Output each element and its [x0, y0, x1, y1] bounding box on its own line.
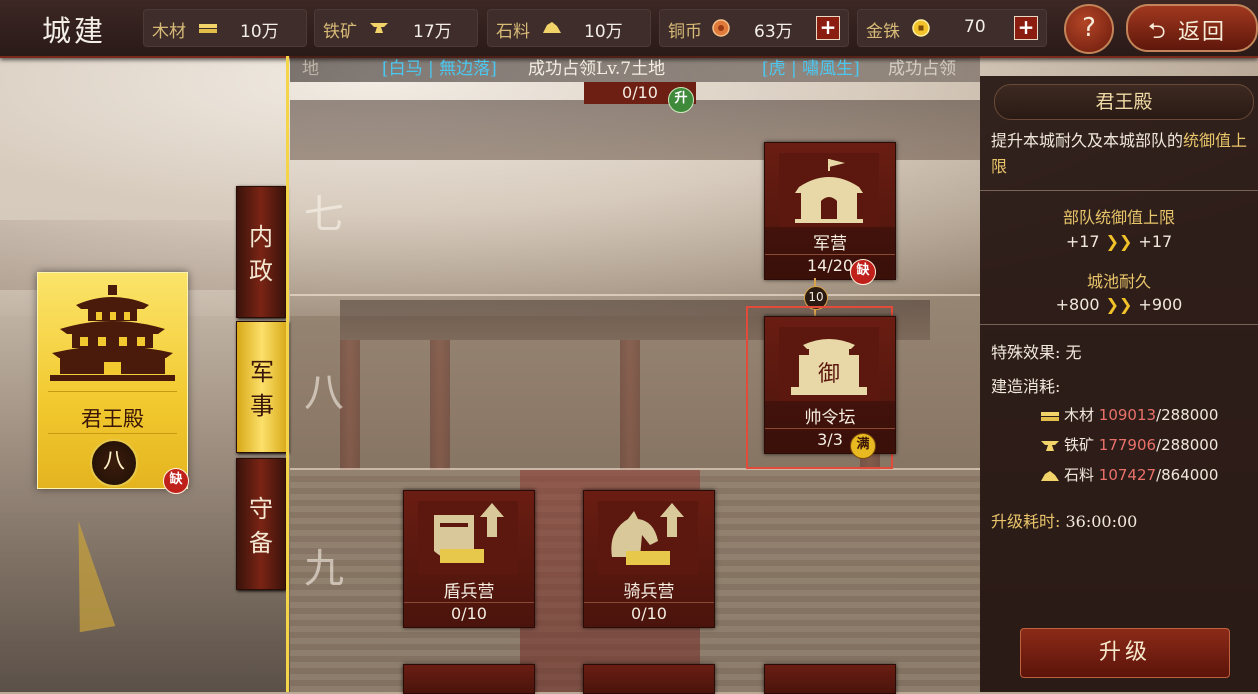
copper-coin-icon — [712, 19, 730, 37]
shield-camp-icon — [418, 501, 518, 575]
wood-icon — [199, 24, 217, 33]
news-ticker: 地 [白马 | 無边落] 成功占领Lv.7土地 [虎 | 嘯風生] 成功占领 — [290, 56, 980, 82]
tab-label: 军 — [250, 358, 274, 386]
resource-gold: 金铢 70 + — [857, 9, 1047, 47]
resource-value: 10万 — [240, 22, 279, 42]
row-divider — [290, 294, 980, 296]
featured-building-card[interactable]: 君王殿 八 — [37, 272, 188, 489]
tab-label: 政 — [249, 257, 273, 285]
upgrade-time: 升级耗时: 36:00:00 — [991, 512, 1138, 531]
stat-title: 城池耐久 — [1086, 272, 1151, 291]
cost-row-wood: 木材 109013/288000 — [1040, 404, 1218, 425]
building-name: 帅令坛 — [804, 408, 856, 428]
resource-stone: 石料 10万 — [487, 9, 651, 47]
resource-value: 63万 — [754, 22, 793, 42]
row-label: 八 — [304, 370, 344, 416]
palace-icon — [50, 285, 175, 381]
building-card-partial[interactable] — [583, 664, 715, 694]
building-progress: 0/10 — [631, 604, 667, 623]
lacking-resources-badge: 缺 — [850, 259, 876, 285]
altar-glyph: 御 — [818, 362, 840, 387]
top-resource-bar: 城建 木材 10万 铁矿 17万 石料 10万 铜币 63万 + 金铢 70 +… — [0, 0, 1258, 58]
resource-label: 金铢 — [866, 22, 900, 42]
building-card-shield-camp[interactable]: 盾兵营 0/10 — [403, 490, 535, 628]
chevron-right-icon: ❯❯ — [1105, 295, 1133, 314]
building-progress: 0/10 — [451, 604, 487, 623]
row-label: 七 — [304, 192, 344, 238]
resource-copper: 铜币 63万 + — [659, 9, 849, 47]
stat-change: +17 ❯❯ +17 — [1065, 232, 1173, 251]
cavalry-camp-icon — [598, 501, 698, 575]
chevron-right-icon: ❯❯ — [1105, 232, 1133, 251]
row-label: 九 — [304, 546, 344, 592]
resource-wood: 木材 10万 — [143, 9, 307, 47]
divider — [48, 391, 177, 392]
ticker-message: 成功占领 — [888, 59, 956, 79]
stat-title: 部队统御值上限 — [1062, 208, 1175, 227]
add-gold-button[interactable]: + — [1014, 16, 1038, 40]
building-name: 军营 — [813, 234, 847, 254]
building-card-cavalry-camp[interactable]: 骑兵营 0/10 — [583, 490, 715, 628]
building-description: 提升本城耐久及本城部队的统御值上限 — [991, 131, 1248, 176]
resource-label: 木材 — [152, 22, 186, 42]
building-info-panel: 君王殿 提升本城耐久及本城部队的统御值上限 部队统御值上限 +17 ❯❯ +17 城… — [980, 76, 1258, 692]
tab-label: 备 — [249, 529, 273, 557]
page-title: 城建 — [42, 14, 107, 48]
resource-value: 10万 — [584, 22, 623, 42]
wood-icon — [1041, 411, 1059, 421]
stone-icon — [1041, 470, 1059, 481]
divider — [48, 433, 177, 434]
special-effect: 特殊效果: 无 — [991, 343, 1082, 362]
resource-value: 17万 — [413, 22, 452, 42]
building-level-badge: 八 — [90, 439, 138, 487]
featured-building-name: 君王殿 — [81, 407, 144, 431]
iron-icon — [1041, 440, 1059, 451]
tab-label: 守 — [249, 495, 273, 523]
stat-change: +800 ❯❯ +900 — [1055, 295, 1183, 314]
ticker-player-name: [白马 | 無边落] — [382, 59, 497, 79]
building-name: 盾兵营 — [443, 582, 495, 602]
tab-internal-affairs[interactable]: 内 政 — [236, 186, 286, 318]
command-altar-icon: 御 — [779, 327, 879, 401]
help-button[interactable]: ? — [1064, 4, 1114, 54]
building-card-command-altar[interactable]: 御 帅令坛 3/3 — [764, 316, 896, 454]
tab-military[interactable]: 军 事 — [236, 321, 288, 453]
add-copper-button[interactable]: + — [816, 16, 840, 40]
ticker-fade-text: 地 — [302, 59, 319, 79]
upgradable-badge: 升 — [668, 87, 694, 113]
stone-icon — [543, 22, 561, 33]
tent-icon — [779, 153, 879, 227]
cost-row-iron: 铁矿 177906/288000 — [1040, 434, 1218, 455]
building-card-partial[interactable] — [403, 664, 535, 694]
divider — [980, 190, 1258, 191]
resource-label: 石料 — [496, 22, 530, 42]
back-button[interactable]: ⮌ 返回 — [1126, 4, 1258, 52]
ticker-message: 成功占领Lv.7土地 — [528, 59, 666, 79]
building-grid: 0/10 升 七 八 九 军营 14/20 缺 10 御 帅令坛 3/3 满 盾… — [290, 82, 980, 694]
back-arrow-icon: ⮌ — [1148, 19, 1166, 44]
upgrade-button[interactable]: 升级 — [1020, 628, 1230, 678]
lacking-resources-badge: 缺 — [163, 468, 189, 494]
gold-coin-icon — [912, 19, 930, 37]
panel-title: 君王殿 — [994, 84, 1254, 120]
resource-value: 70 — [964, 17, 986, 37]
tab-label: 事 — [250, 392, 274, 420]
tab-defense[interactable]: 守 备 — [236, 458, 286, 590]
cost-label: 建造消耗: — [991, 377, 1061, 396]
resource-label: 铜币 — [668, 22, 702, 42]
divider — [980, 324, 1258, 325]
tab-divider — [286, 56, 289, 692]
max-level-badge: 满 — [850, 433, 876, 459]
building-name: 骑兵营 — [623, 582, 675, 602]
tab-label: 内 — [249, 223, 273, 251]
resource-iron: 铁矿 17万 — [314, 9, 478, 47]
resource-label: 铁矿 — [323, 22, 357, 42]
ticker-player-name: [虎 | 嘯風生] — [762, 59, 860, 79]
back-label: 返回 — [1178, 20, 1227, 45]
cost-row-stone: 石料 107427/864000 — [1040, 464, 1218, 485]
iron-icon — [370, 23, 388, 33]
building-card-barracks[interactable]: 军营 14/20 — [764, 142, 896, 280]
building-card-partial[interactable] — [764, 664, 896, 694]
